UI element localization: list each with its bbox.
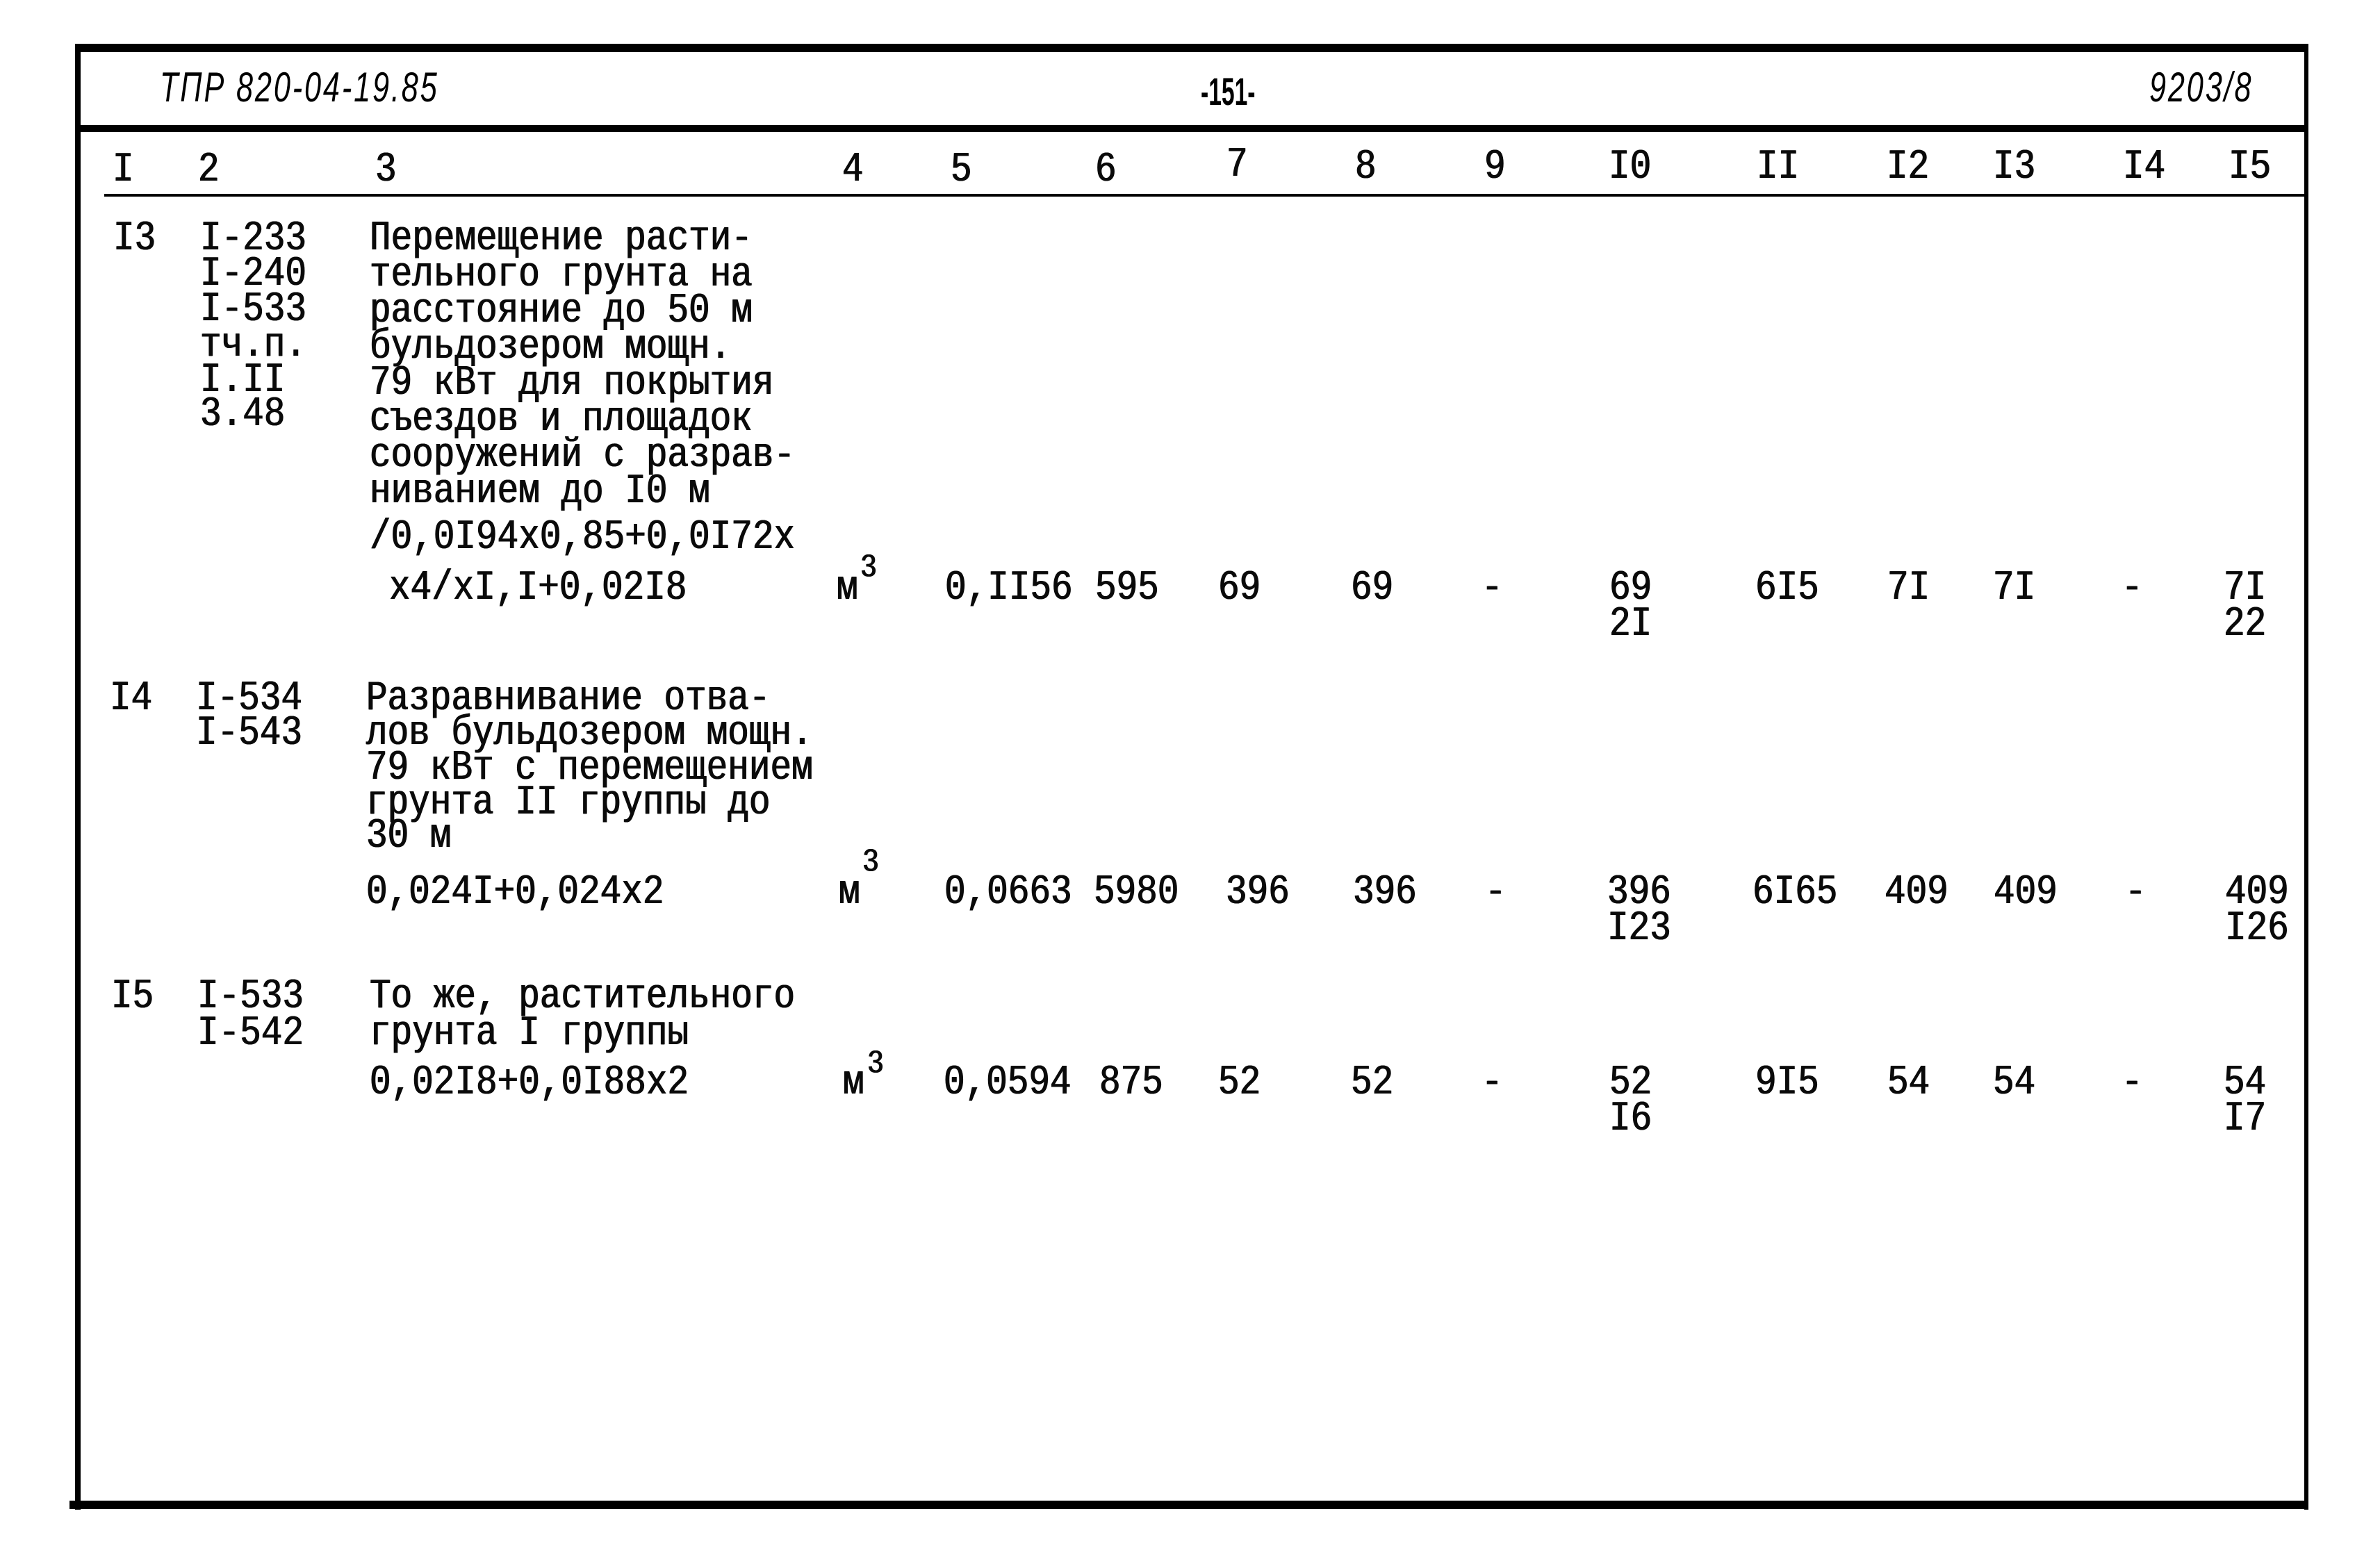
column-header-underline — [104, 194, 2307, 197]
page-number: -151- — [1201, 69, 1256, 113]
document-page: ТПР 820-04-19.85 -151- 9203/8 I 2 3 4 5 … — [0, 0, 2380, 1559]
cell-col10-second: I23 — [1607, 905, 1671, 952]
cell-col5: 0,0594 — [944, 1059, 1072, 1107]
cell-col11: 9I5 — [1755, 1059, 1819, 1107]
unit-superscript: 3 — [867, 1046, 885, 1083]
column-header-11: II — [1757, 144, 1800, 191]
cell-col9: - — [1482, 1059, 1503, 1107]
header-separator — [75, 125, 2308, 132]
cell-col8: 396 — [1353, 869, 1417, 916]
cell-col7: 396 — [1226, 869, 1290, 916]
cell-col14: - — [2122, 565, 2143, 612]
cell-col8: 52 — [1351, 1059, 1394, 1107]
cell-col7: 69 — [1218, 565, 1261, 612]
cell-col9: - — [1485, 869, 1507, 916]
column-header-9: 9 — [1484, 144, 1506, 191]
frame-right-border — [2304, 44, 2308, 1510]
column-header-14: I4 — [2123, 144, 2166, 191]
cell-col8: 69 — [1351, 565, 1394, 612]
norm-code: 3.48 — [200, 391, 286, 438]
row-number: I5 — [111, 973, 154, 1021]
cell-col11: 6I5 — [1755, 565, 1819, 612]
cell-col5: 0,II56 — [945, 565, 1073, 612]
cell-col13: 409 — [1994, 869, 2058, 916]
description-line: грунта I группы — [370, 1010, 689, 1057]
column-header-13: I3 — [1993, 144, 2036, 191]
cell-col12: 54 — [1887, 1059, 1930, 1107]
unit: м — [843, 1059, 864, 1107]
cell-col12: 7I — [1887, 565, 1930, 612]
formula-line: 0,02I8+0,0I88x2 — [370, 1059, 689, 1107]
cell-col14: - — [2125, 869, 2147, 916]
cell-col6: 875 — [1099, 1059, 1163, 1107]
cell-col15-second: I26 — [2225, 905, 2289, 952]
row-number: I4 — [110, 675, 153, 723]
cell-col13: 54 — [1993, 1059, 2036, 1107]
cell-col14: - — [2122, 1059, 2143, 1107]
unit: м — [839, 869, 860, 916]
column-header-5: 5 — [951, 147, 972, 194]
cell-col10-second: 2I — [1609, 601, 1652, 648]
cell-col15-second: 22 — [2224, 601, 2267, 648]
column-header-4: 4 — [842, 147, 864, 194]
formula-line: /0,0I94x0,85+0,0I72x — [370, 514, 796, 561]
frame-bottom-border — [69, 1501, 2308, 1509]
cell-col10-second: I6 — [1609, 1096, 1652, 1143]
norm-code: I-543 — [196, 710, 303, 757]
column-header-7: 7 — [1226, 142, 1248, 189]
cell-col5: 0,0663 — [944, 869, 1072, 916]
column-header-10: I0 — [1609, 144, 1652, 191]
cell-col9: - — [1482, 565, 1503, 612]
sheet-number: 9203/8 — [2149, 64, 2254, 110]
cell-col13: 7I — [1993, 565, 2036, 612]
column-header-12: I2 — [1887, 144, 1930, 191]
column-header-6: 6 — [1095, 147, 1117, 194]
column-header-3: 3 — [375, 147, 397, 194]
column-header-2: 2 — [198, 147, 220, 194]
cell-col6: 5980 — [1094, 869, 1179, 916]
norm-code: I-542 — [197, 1010, 304, 1057]
cell-col11: 6I65 — [1753, 869, 1838, 916]
description-line: 30 м — [366, 813, 452, 860]
unit-superscript: 3 — [862, 844, 880, 882]
unit: м — [837, 565, 858, 612]
cell-col7: 52 — [1218, 1059, 1261, 1107]
frame-left-border — [75, 44, 81, 1510]
row-number: I3 — [113, 215, 156, 263]
column-header-8: 8 — [1355, 144, 1377, 191]
document-code: ТПР 820-04-19.85 — [160, 64, 439, 110]
column-header-15: I5 — [2229, 144, 2272, 191]
frame-top-border — [75, 44, 2308, 52]
cell-col12: 409 — [1885, 869, 1948, 916]
formula-line: 0,024I+0,024x2 — [366, 869, 664, 916]
formula-line: x4/xI,I+0,02I8 — [389, 565, 687, 612]
unit-superscript: 3 — [860, 550, 878, 587]
column-header-1: I — [113, 147, 134, 194]
cell-col6: 595 — [1095, 565, 1159, 612]
cell-col15-second: I7 — [2224, 1096, 2267, 1143]
description-line: ниванием до I0 м — [370, 468, 710, 515]
